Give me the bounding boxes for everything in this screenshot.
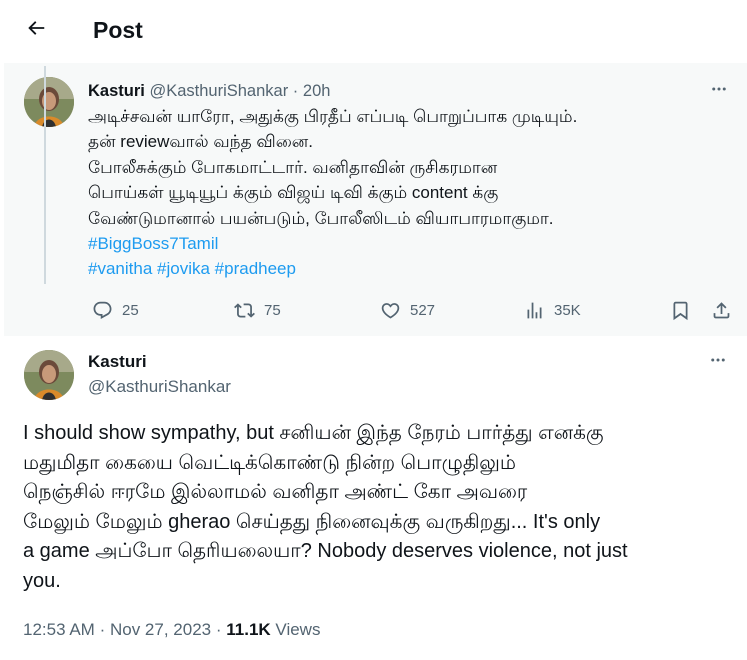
hashtag-vanitha[interactable]: #vanitha xyxy=(88,259,152,278)
text-line: தன் reviewவால் வந்த வினை. xyxy=(88,132,314,152)
text-line: I should show sympathy, but சனியன் இந்த … xyxy=(23,422,604,444)
parent-tweet[interactable]: Kasturi @KasthuriShankar · 20h அடிச்சவன்… xyxy=(4,63,747,336)
parent-tweet-text: அடிச்சவன் யாரோ, அதுக்கு பிரதீப் எப்படி ப… xyxy=(88,104,738,282)
page-title: Post xyxy=(93,17,143,43)
avatar[interactable] xyxy=(24,350,74,400)
repost-button[interactable]: 75 xyxy=(234,296,281,324)
post-date[interactable]: Nov 27, 2023 xyxy=(110,620,211,639)
action-bar: 25 75 527 35K xyxy=(88,296,738,324)
heart-icon xyxy=(380,300,401,321)
separator-dot: · xyxy=(99,620,106,639)
bookmark-button[interactable] xyxy=(670,296,691,324)
separator-dot: · xyxy=(292,82,299,100)
author-handle[interactable]: @KasthuriShankar xyxy=(149,82,288,100)
more-horizontal-icon xyxy=(709,351,727,374)
reply-icon xyxy=(92,300,113,321)
share-icon xyxy=(711,300,732,321)
hashtag-line: #vanitha #jovika #pradheep xyxy=(88,256,738,281)
text-line: வேண்டுமானால் பயன்படும், போலீஸிடம் வியாபா… xyxy=(88,208,554,228)
text-line: போலீசுக்கும் போகமாட்டார். வனிதாவின் ருசி… xyxy=(88,157,498,177)
reply-count: 25 xyxy=(122,301,139,319)
text-line: பொய்கள் யூடியூப் க்கும் விஜய் டிவி க்கும… xyxy=(88,183,499,203)
page-header: Post xyxy=(0,0,747,62)
arrow-left-icon xyxy=(25,17,47,44)
parent-author-row: Kasturi @KasthuriShankar · 20h xyxy=(88,80,330,102)
views-label: Views xyxy=(275,620,321,639)
like-count: 527 xyxy=(410,301,436,319)
hashtag-line: #BiggBoss7Tamil xyxy=(88,231,738,256)
hashtag-pradheep[interactable]: #pradheep xyxy=(215,259,296,278)
more-button[interactable] xyxy=(704,80,734,102)
text-line: மேலும் மேலும் gherao செய்தது நினைவுக்கு … xyxy=(23,510,601,533)
text-line: நெஞ்சில் ஈரமே இல்லாமல் வனிதா அண்ட் கோ அவ… xyxy=(23,481,528,504)
share-button[interactable] xyxy=(711,296,732,324)
text-line: மதுமிதா கையை வெட்டிக்கொண்டு நின்ற பொழுதி… xyxy=(23,451,516,474)
post-meta: 12:53 AM · Nov 27, 2023 · 11.1K Views xyxy=(23,619,320,641)
text-line: அடிச்சவன் யாரோ, அதுக்கு பிரதீப் எப்படி ப… xyxy=(88,107,578,126)
analytics-icon xyxy=(524,300,545,321)
author-name[interactable]: Kasturi xyxy=(88,351,147,373)
hashtag-biggboss7tamil[interactable]: #BiggBoss7Tamil xyxy=(88,234,218,253)
like-button[interactable]: 527 xyxy=(380,296,435,324)
text-line: you. xyxy=(23,569,61,592)
repost-icon xyxy=(234,300,255,321)
author-handle[interactable]: @KasthuriShankar xyxy=(88,376,231,398)
post-time[interactable]: 20h xyxy=(303,82,331,100)
hashtag-jovika[interactable]: #jovika xyxy=(157,259,210,278)
thread-connector xyxy=(44,66,46,284)
views-count: 35K xyxy=(554,301,581,319)
main-tweet-text: I should show sympathy, but சனியன் இந்த … xyxy=(23,419,738,597)
views-button[interactable]: 35K xyxy=(524,296,581,324)
repost-count: 75 xyxy=(264,301,281,319)
post-time[interactable]: 12:53 AM xyxy=(23,620,95,639)
avatar[interactable] xyxy=(24,77,74,127)
text-line: a game அப்போ தெரியலையா? Nobody deserves … xyxy=(23,540,628,563)
author-name[interactable]: Kasturi xyxy=(88,82,145,100)
views-count: 11.1K xyxy=(226,620,271,639)
back-button[interactable] xyxy=(18,12,54,48)
more-button[interactable] xyxy=(703,351,733,373)
post-page: Post Kasturi @KasthuriShankar · 20h அடிச… xyxy=(0,0,747,660)
reply-button[interactable]: 25 xyxy=(92,296,139,324)
more-horizontal-icon xyxy=(710,80,728,103)
bookmark-icon xyxy=(670,300,691,321)
separator-dot: · xyxy=(215,620,222,639)
